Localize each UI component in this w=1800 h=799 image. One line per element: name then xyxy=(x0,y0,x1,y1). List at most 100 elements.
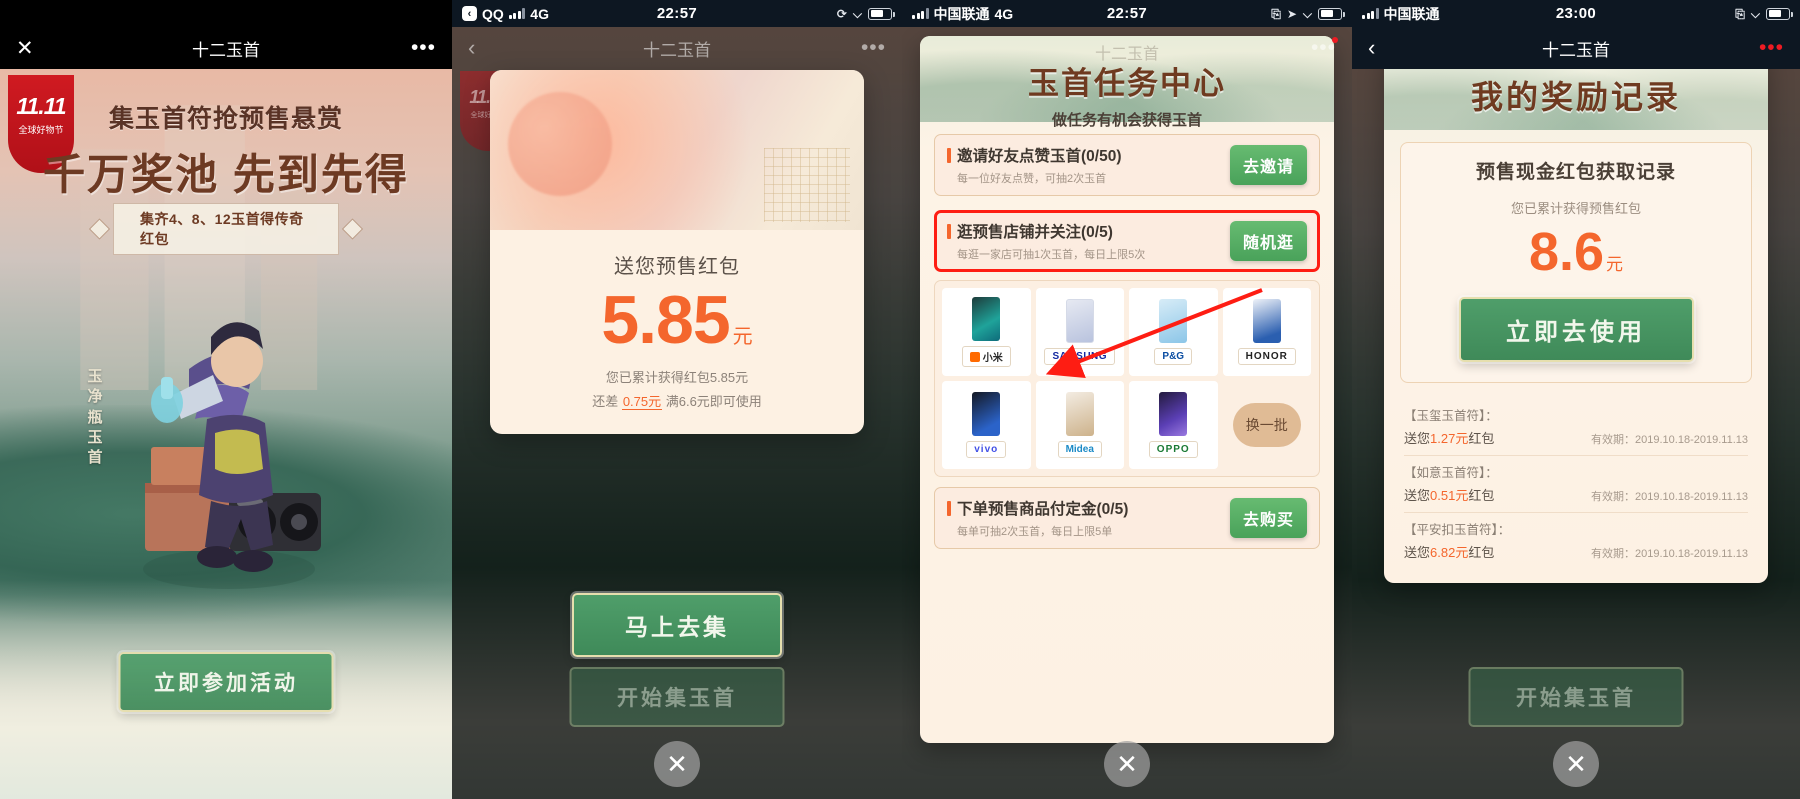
task-desc: 每逛一家店可抽1次玉首，每日上限5次 xyxy=(957,249,1146,261)
brand-tile[interactable]: P&G xyxy=(1129,288,1218,376)
poster-ribbon: 集齐4、8、12玉首得传奇红包 xyxy=(113,203,339,255)
accent-bar xyxy=(947,500,951,516)
task-title-wrap: 下单预售商品付定金(0/5) xyxy=(947,497,1230,519)
record-validity: 有效期：2019.10.18-2019.11.13 xyxy=(1591,548,1748,560)
give-amount: 6.82元 xyxy=(1430,545,1469,560)
card-title: 送您预售红包 xyxy=(614,256,740,278)
close-circle-icon[interactable]: ✕ xyxy=(1104,741,1150,787)
task-title: 下单预售商品付定金(0/5) xyxy=(957,501,1129,518)
more-dots-icon[interactable]: ••• xyxy=(861,37,886,58)
task-row[interactable]: 下单预售商品付定金(0/5) 每单可抽2次玉首，每日上限5单 去购买 xyxy=(934,487,1320,549)
brand-tile[interactable]: HONOR xyxy=(1222,288,1311,376)
brand-tile[interactable]: SAMSUNG xyxy=(1035,288,1124,376)
product-image xyxy=(972,297,1001,341)
record-name: 【平安扣玉首符】： xyxy=(1404,523,1511,537)
task-row[interactable]: 邀请好友点赞玉首(0/50) 每一位好友点赞，可抽2次玉首 去邀请 xyxy=(934,134,1320,196)
status-time: 22:57 xyxy=(656,5,698,22)
more-dots-icon[interactable]: ••• xyxy=(411,37,436,58)
more-dots-icon[interactable]: ••• xyxy=(1759,37,1784,58)
give-suffix: 红包 xyxy=(1468,545,1495,560)
reward-record-list: 【玉玺玉首符】： 送您1.27元红包 有效期：2019.10.18-2019.1… xyxy=(1404,399,1748,569)
give-prefix: 送您 xyxy=(1404,488,1431,503)
brand-label: 小米 xyxy=(961,346,1011,367)
threshold-amount: 0.75元 xyxy=(621,394,663,410)
brand-name: vivo xyxy=(974,444,999,455)
task-action-button[interactable]: 去购买 xyxy=(1229,498,1307,538)
brand-tile[interactable]: Midea xyxy=(1035,381,1124,469)
record-row: 送您1.27元红包 有效期：2019.10.18-2019.11.13 xyxy=(1404,428,1748,447)
summary-subtitle: 您已累计获得预售红包 xyxy=(1510,201,1641,216)
panel-reward-record: 中国联通 23:00 ⎘ ⌵ ‹ 十二玉首 ••• 开始集玉首 我的奖励记录 预… xyxy=(1352,0,1800,799)
task-action-button[interactable]: 去邀请 xyxy=(1229,145,1307,185)
battery-icon xyxy=(1766,7,1793,20)
brand-name: P&G xyxy=(1162,351,1185,362)
headphones-icon: ⌵ xyxy=(852,6,862,21)
xiaomi-logo-icon xyxy=(969,351,980,362)
record-amount-text: 送您6.82元红包 xyxy=(1404,542,1494,561)
refresh-brands-button[interactable]: 换一批 xyxy=(1223,381,1312,469)
task-title: 邀请好友点赞玉首(0/50) xyxy=(957,148,1122,165)
task-center-heading: 玉首任务中心 xyxy=(1028,66,1226,101)
record-item: 【如意玉首符】： 送您0.51元红包 有效期：2019.10.18-2019.1… xyxy=(1404,456,1748,513)
use-now-button[interactable]: 立即去使用 xyxy=(1458,297,1694,362)
record-item: 【玉玺玉首符】： 送您1.27元红包 有效期：2019.10.18-2019.1… xyxy=(1404,399,1748,456)
collect-now-button[interactable]: 马上去集 xyxy=(572,593,782,657)
close-circle-icon[interactable]: ✕ xyxy=(1553,741,1599,787)
task-row-highlighted[interactable]: 逛预售店铺并关注(0/5) 每逛一家店可抽1次玉首，每日上限5次 随机逛 xyxy=(934,210,1320,272)
brand-label: SAMSUNG xyxy=(1044,348,1116,365)
task-text: 邀请好友点赞玉首(0/50) 每一位好友点赞，可抽2次玉首 xyxy=(947,144,1230,186)
join-activity-button[interactable]: 立即参加活动 xyxy=(118,652,334,712)
chevron-left-icon[interactable]: ‹ xyxy=(468,37,475,59)
summary-title: 预售现金红包获取记录 xyxy=(1475,162,1676,183)
close-circle-icon[interactable]: ✕ xyxy=(654,741,700,787)
chevron-left-icon[interactable]: ‹ xyxy=(1368,37,1375,59)
close-icon[interactable]: ✕ xyxy=(16,38,34,59)
brand-name: HONOR xyxy=(1245,351,1288,362)
brand-tile[interactable]: vivo xyxy=(942,381,1031,469)
poster-headline-1: 集玉首符抢预售悬赏 xyxy=(108,105,343,133)
battery-icon xyxy=(1318,7,1345,20)
more-dots-icon[interactable]: ••• xyxy=(1311,37,1338,58)
brand-label: P&G xyxy=(1154,348,1193,365)
product-image xyxy=(1065,299,1094,343)
give-prefix: 送您 xyxy=(1404,431,1431,446)
brand-name: SAMSUNG xyxy=(1052,351,1108,362)
headphones-icon: ⌵ xyxy=(1302,6,1312,21)
brand-label: HONOR xyxy=(1237,348,1296,365)
card-hero-image xyxy=(490,70,864,230)
record-name: 【如意玉首符】： xyxy=(1404,466,1498,480)
background-cta-button: 开始集玉首 xyxy=(569,667,785,727)
give-suffix: 红包 xyxy=(1468,431,1495,446)
brand-label: OPPO xyxy=(1148,441,1198,458)
status-bar-4: 中国联通 23:00 ⎘ ⌵ xyxy=(1352,0,1800,27)
record-amount-text: 送您1.27元红包 xyxy=(1404,428,1494,447)
product-image xyxy=(972,392,1001,436)
mascot-illustration xyxy=(143,322,321,589)
record-row: 送您0.51元红包 有效期：2019.10.18-2019.11.13 xyxy=(1404,485,1748,504)
nav-bar-1: ✕ 十二玉首 ••• xyxy=(0,27,452,69)
brand-label: Midea xyxy=(1057,441,1102,458)
brand-label: vivo xyxy=(966,441,1007,458)
refresh-label: 换一批 xyxy=(1232,403,1301,447)
task-action-button[interactable]: 随机逛 xyxy=(1229,221,1307,261)
status-bar-1 xyxy=(0,0,452,27)
brand-tile[interactable]: OPPO xyxy=(1129,381,1218,469)
task-title: 逛预售店铺并关注(0/5) xyxy=(957,224,1113,241)
brand-name: 小米 xyxy=(982,353,1003,364)
cash-summary-box: 预售现金红包获取记录 您已累计获得预售红包 8.6 元 立即去使用 xyxy=(1400,142,1752,383)
hero-grid xyxy=(764,148,850,222)
red-packet-card: 送您预售红包 5.85 元 您已累计获得红包5.85元 还差 0.75元 满6.6… xyxy=(490,70,864,434)
amount-unit: 元 xyxy=(732,326,753,348)
nav-bar-4: ‹ 十二玉首 ••• xyxy=(1352,27,1800,69)
record-name: 【玉玺玉首符】： xyxy=(1404,409,1498,423)
accumulated-text: 您已累计获得红包5.85元 xyxy=(605,370,749,385)
brand-tile[interactable]: 小米 xyxy=(942,288,1031,376)
give-suffix: 红包 xyxy=(1468,488,1495,503)
brand-grid: 小米 SAMSUNG P&G HONOR vivo Midea OPPO 换一批 xyxy=(934,280,1320,477)
page-title: 十二玉首 xyxy=(1542,40,1610,60)
status-bar-3: 中国联通 4G 22:57 ⎘ ➤ ⌵ xyxy=(902,0,1352,27)
campaign-poster: 11.11 全球好物节 集玉首符抢预售悬赏 千万奖池 先到先得 集齐4、8、12… xyxy=(0,69,452,799)
battery-icon xyxy=(868,7,895,20)
page-title: 十二玉首 xyxy=(192,40,260,60)
threshold-text: 还差 0.75元 满6.6元即可使用 xyxy=(490,391,864,410)
